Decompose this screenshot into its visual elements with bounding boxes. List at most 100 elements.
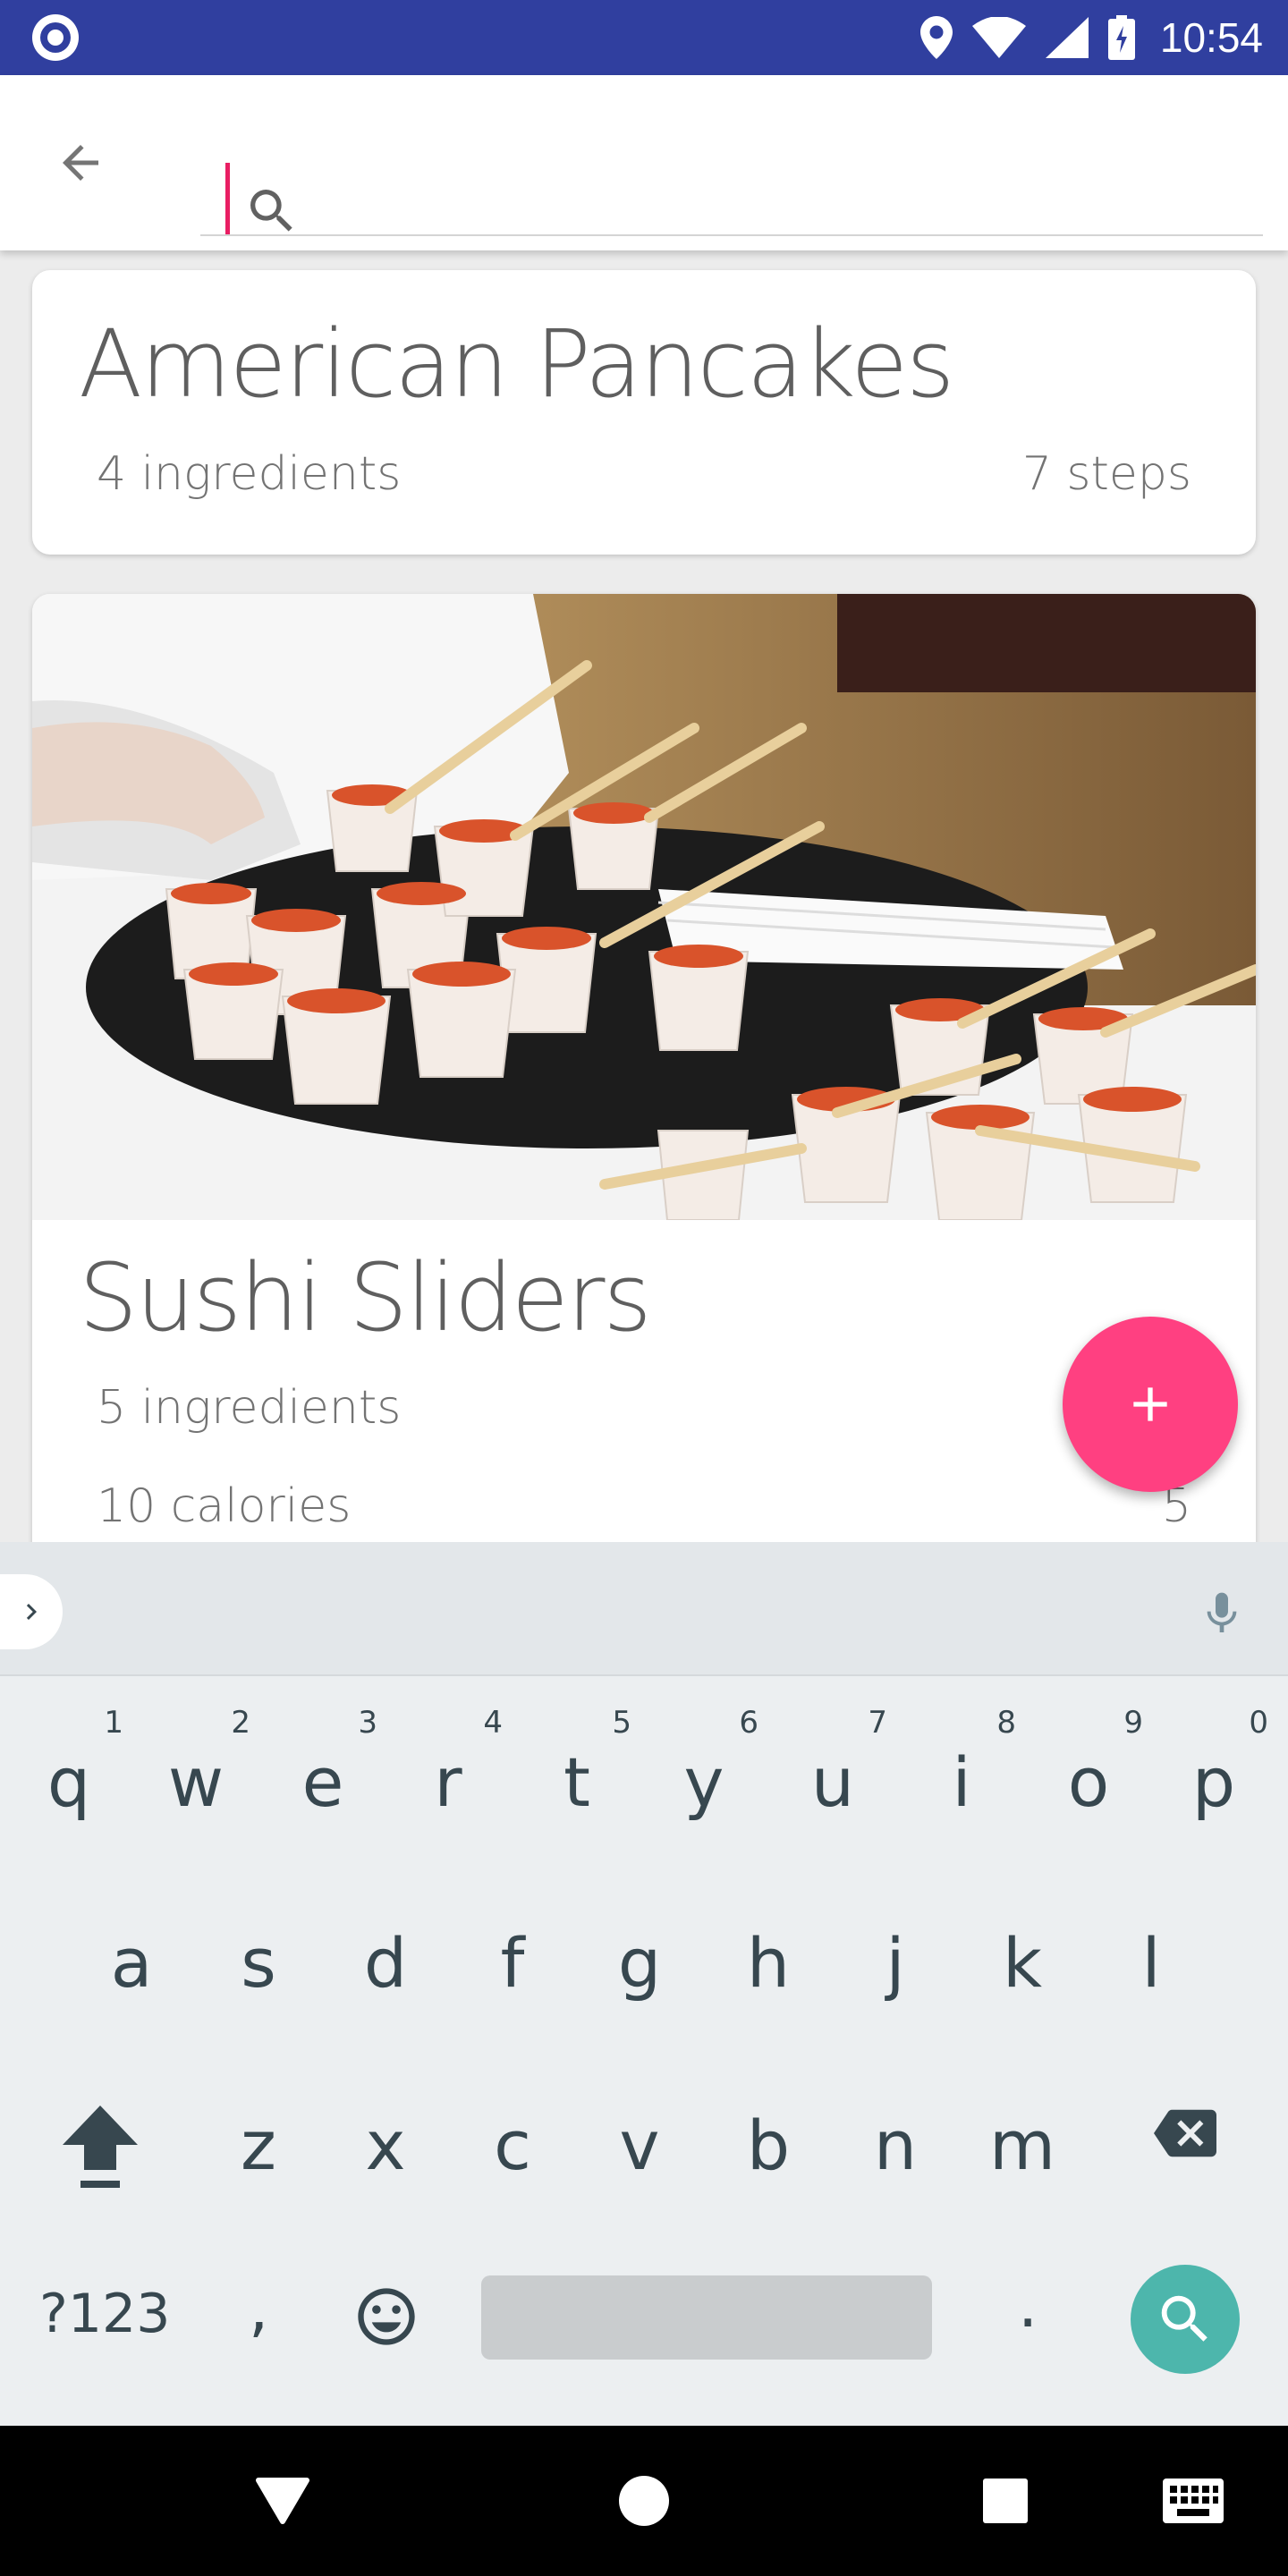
key-o[interactable]: o9 [1039, 1705, 1143, 1822]
circle-icon [619, 2476, 669, 2526]
notification-icon [32, 14, 79, 61]
key-v[interactable]: v [590, 2106, 689, 2185]
recipe-title: Sushi Sliders [79, 1243, 652, 1352]
signal-icon [1045, 17, 1089, 58]
emoji-key[interactable] [352, 2283, 420, 2354]
key-hint: 6 [739, 1705, 758, 1741]
home-nav-button[interactable] [599, 2456, 689, 2546]
key-label: k [1002, 1923, 1042, 2003]
expand-toolbar-button[interactable] [0, 1574, 63, 1649]
key-hint: 7 [868, 1705, 887, 1741]
recipe-photo [32, 594, 1256, 1220]
key-hint: 8 [996, 1705, 1016, 1741]
key-hint: 0 [1249, 1705, 1268, 1741]
key-u[interactable]: u7 [784, 1705, 887, 1822]
battery-icon [1107, 15, 1135, 60]
key-label: r [434, 1742, 462, 1822]
key-label: o [1067, 1742, 1110, 1822]
keyboard-switch-button[interactable] [1148, 2456, 1238, 2546]
key-label: p [1191, 1742, 1236, 1822]
back-button[interactable] [45, 127, 116, 199]
key-label: e [301, 1742, 344, 1822]
key-label: c [494, 2106, 531, 2185]
key-label: t [564, 1742, 590, 1822]
search-icon [1161, 2295, 1208, 2342]
key-l[interactable]: l [1102, 1923, 1200, 2003]
key-label: j [886, 1923, 905, 2003]
ingredients-count: 4 ingredients [97, 447, 402, 501]
key-label: w [167, 1742, 225, 1822]
key-t[interactable]: t5 [528, 1705, 631, 1822]
backspace-key[interactable] [1145, 2102, 1225, 2168]
key-q[interactable]: q1 [20, 1705, 123, 1822]
add-recipe-button[interactable] [1063, 1317, 1238, 1492]
shift-key[interactable] [59, 2102, 141, 2195]
key-label: z [241, 2106, 276, 2185]
key-label: v [619, 2106, 660, 2185]
symbols-key[interactable]: ?123 [39, 2283, 170, 2345]
voice-input-button[interactable] [1195, 1578, 1249, 1649]
key-label: q [47, 1742, 91, 1822]
key-f[interactable]: f [463, 1923, 562, 2003]
period-key[interactable]: . [1018, 2268, 1038, 2342]
backspace-icon [1154, 2109, 1216, 2157]
search-action-key[interactable] [1131, 2265, 1240, 2374]
key-s[interactable]: s [209, 1923, 308, 2003]
key-label: d [363, 1923, 408, 2003]
key-label: m [988, 2106, 1056, 2185]
back-nav-button[interactable] [238, 2456, 327, 2546]
key-x[interactable]: x [336, 2106, 435, 2185]
search-input[interactable] [299, 170, 1193, 233]
key-j[interactable]: j [846, 1923, 945, 2003]
key-r[interactable]: r4 [399, 1705, 503, 1822]
key-h[interactable]: h [719, 1923, 818, 2003]
key-b[interactable]: b [719, 2106, 818, 2185]
key-i[interactable]: i8 [912, 1705, 1016, 1822]
key-w[interactable]: w2 [147, 1705, 250, 1822]
key-label: f [500, 1923, 525, 2003]
status-bar: 10:54 [0, 0, 1288, 75]
text-cursor [225, 163, 230, 234]
recipe-title: American Pancakes [79, 309, 954, 419]
key-label: h [746, 1923, 791, 2003]
keyboard-icon [1163, 2479, 1224, 2523]
key-label: n [873, 2106, 918, 2185]
add-icon [1133, 1387, 1167, 1421]
navigation-bar [0, 2426, 1288, 2576]
comma-key[interactable]: , [249, 2272, 268, 2345]
soft-keyboard: q1 w2 e3 r4 t5 y6 u7 i8 o9 p0 a s d f g … [0, 1542, 1288, 2426]
emoji-icon [358, 2288, 415, 2345]
key-d[interactable]: d [336, 1923, 435, 2003]
mic-icon [1207, 1592, 1237, 1632]
chevron-right-icon [26, 1604, 37, 1620]
key-n[interactable]: n [846, 2106, 945, 2185]
key-hint: 4 [483, 1705, 503, 1741]
key-k[interactable]: k [973, 1923, 1072, 2003]
key-label: s [241, 1923, 276, 2003]
key-g[interactable]: g [590, 1923, 689, 2003]
key-m[interactable]: m [973, 2106, 1072, 2185]
key-hint: 1 [104, 1705, 123, 1741]
recents-nav-button[interactable] [961, 2456, 1050, 2546]
search-icon [243, 182, 301, 243]
suggestion-strip [0, 1542, 1288, 1676]
status-time: 10:54 [1159, 14, 1263, 61]
key-label: x [365, 2106, 406, 2185]
search-app-bar [0, 75, 1288, 250]
key-y[interactable]: y6 [655, 1705, 759, 1822]
key-hint: 9 [1123, 1705, 1143, 1741]
wifi-icon [971, 17, 1026, 58]
key-c[interactable]: c [463, 2106, 562, 2185]
key-e[interactable]: e3 [274, 1705, 377, 1822]
key-a[interactable]: a [82, 1923, 181, 2003]
key-label: b [746, 2106, 791, 2185]
key-p[interactable]: p0 [1165, 1705, 1268, 1822]
space-key[interactable] [481, 2275, 932, 2360]
key-z[interactable]: z [209, 2106, 308, 2185]
search-field[interactable] [200, 116, 1263, 236]
key-label: a [110, 1923, 153, 2003]
key-hint: 3 [358, 1705, 377, 1741]
arrow-back-icon [63, 145, 98, 181]
key-label: i [952, 1742, 971, 1822]
recipe-card[interactable]: American Pancakes 4 ingredients 7 steps [32, 270, 1256, 555]
